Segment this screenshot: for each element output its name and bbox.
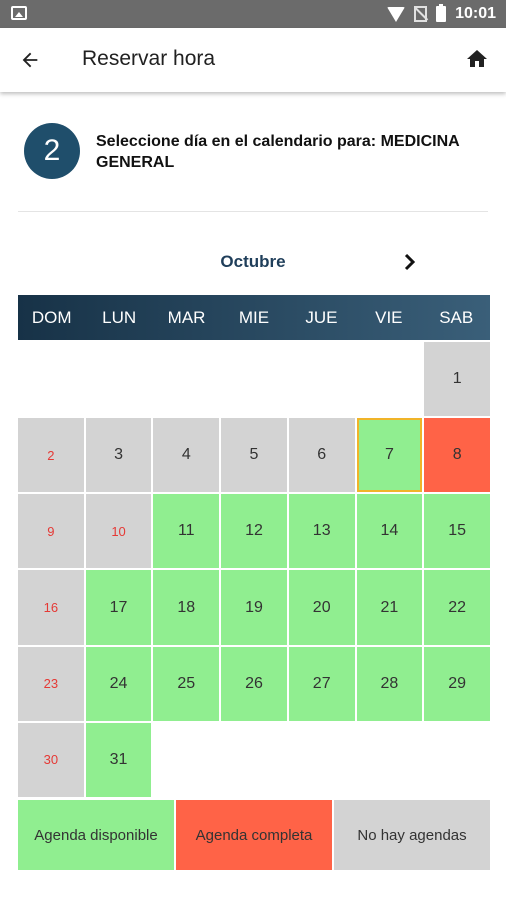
day-cell-29[interactable]: 29 [424, 646, 490, 721]
calendar-grid: 1 2 3 4 5 6 7 8 9 10 11 12 13 14 15 16 17 18 19 20 21 22 23 24 2… [18, 342, 490, 797]
home-icon [467, 50, 487, 67]
status-time: 10:01 [455, 5, 496, 22]
weekday-label: MAR [167, 307, 206, 327]
day-cell-10[interactable]: 10 [85, 494, 152, 569]
empty-cell [289, 342, 355, 416]
page-title: Reservar hora [82, 47, 216, 70]
divider [18, 211, 488, 212]
empty-cell [424, 723, 490, 797]
step-number-badge: 2 [24, 123, 80, 179]
empty-cell [18, 342, 84, 416]
empty-cell [153, 723, 219, 797]
back-button[interactable] [14, 44, 46, 76]
day-cell-28[interactable]: 28 [356, 646, 423, 721]
day-cell-25[interactable]: 25 [153, 646, 220, 721]
weekday-label: SAB [439, 307, 474, 327]
day-cell-24[interactable]: 24 [85, 646, 152, 721]
step-instruction: Seleccione día en el calendario para: ME… [96, 133, 460, 171]
day-cell-11[interactable]: 11 [153, 494, 220, 569]
day-cell-5[interactable]: 5 [221, 418, 287, 493]
no-sim-icon [414, 6, 428, 22]
day-cell-30[interactable]: 30 [18, 722, 84, 797]
day-cell-18[interactable]: 18 [153, 570, 220, 645]
day-cell-2[interactable]: 2 [18, 418, 84, 493]
empty-cell [357, 723, 423, 797]
chevron-right-icon [404, 253, 416, 271]
arrow-left-icon [22, 52, 38, 68]
gallery-icon [11, 6, 27, 20]
weekday-label: LUN [102, 307, 137, 327]
day-cell-3[interactable]: 3 [85, 418, 152, 493]
day-cell-15[interactable]: 15 [424, 494, 490, 569]
day-cell-21[interactable]: 21 [356, 570, 423, 645]
day-cell-19[interactable]: 19 [221, 570, 287, 645]
day-cell-17[interactable]: 17 [85, 570, 152, 645]
day-cell-20[interactable]: 20 [288, 570, 355, 645]
day-cell-22[interactable]: 22 [424, 570, 490, 645]
app-bar: Reservar hora [0, 28, 506, 92]
battery-icon [436, 4, 447, 22]
home-button[interactable] [462, 44, 492, 74]
day-cell-14[interactable]: 14 [356, 494, 423, 569]
legend-full: Agenda completa [176, 800, 332, 870]
legend-available: Agenda disponible [18, 800, 174, 870]
status-icons: 10:01 [387, 0, 496, 28]
day-cell-9[interactable]: 9 [18, 494, 84, 569]
next-month-button[interactable] [400, 250, 420, 274]
wifi-icon [387, 6, 406, 22]
month-label: Octubre [220, 252, 286, 271]
day-cell-1[interactable]: 1 [424, 342, 490, 417]
day-cell-16[interactable]: 16 [18, 570, 84, 645]
day-cell-31[interactable]: 31 [85, 722, 152, 797]
day-cell-8[interactable]: 8 [424, 418, 490, 493]
weekday-label: VIE [375, 307, 403, 327]
day-cell-26[interactable]: 26 [221, 646, 287, 721]
empty-cell [86, 342, 152, 416]
legend: Agenda disponible Agenda completa No hay… [18, 800, 490, 870]
day-cell-13[interactable]: 13 [288, 494, 355, 569]
day-cell-27[interactable]: 27 [288, 646, 355, 721]
legend-none: No hay agendas [334, 800, 490, 870]
day-cell-7[interactable]: 7 [356, 418, 423, 493]
weekday-label: MIE [238, 307, 270, 327]
day-cell-6[interactable]: 6 [288, 418, 355, 493]
day-cell-12[interactable]: 12 [221, 494, 287, 569]
empty-cell [289, 723, 355, 797]
day-cell-4[interactable]: 4 [153, 418, 220, 493]
weekday-header: DOM LUN MAR MIE JUE VIE SAB [18, 295, 490, 340]
empty-cell [221, 723, 287, 797]
empty-cell [221, 342, 287, 416]
weekday-label: DOM [31, 307, 72, 327]
empty-cell [153, 342, 219, 416]
weekday-label: JUE [305, 307, 338, 327]
empty-cell [357, 342, 423, 416]
day-cell-23[interactable]: 23 [18, 646, 84, 721]
status-bar: 10:01 [0, 0, 506, 28]
